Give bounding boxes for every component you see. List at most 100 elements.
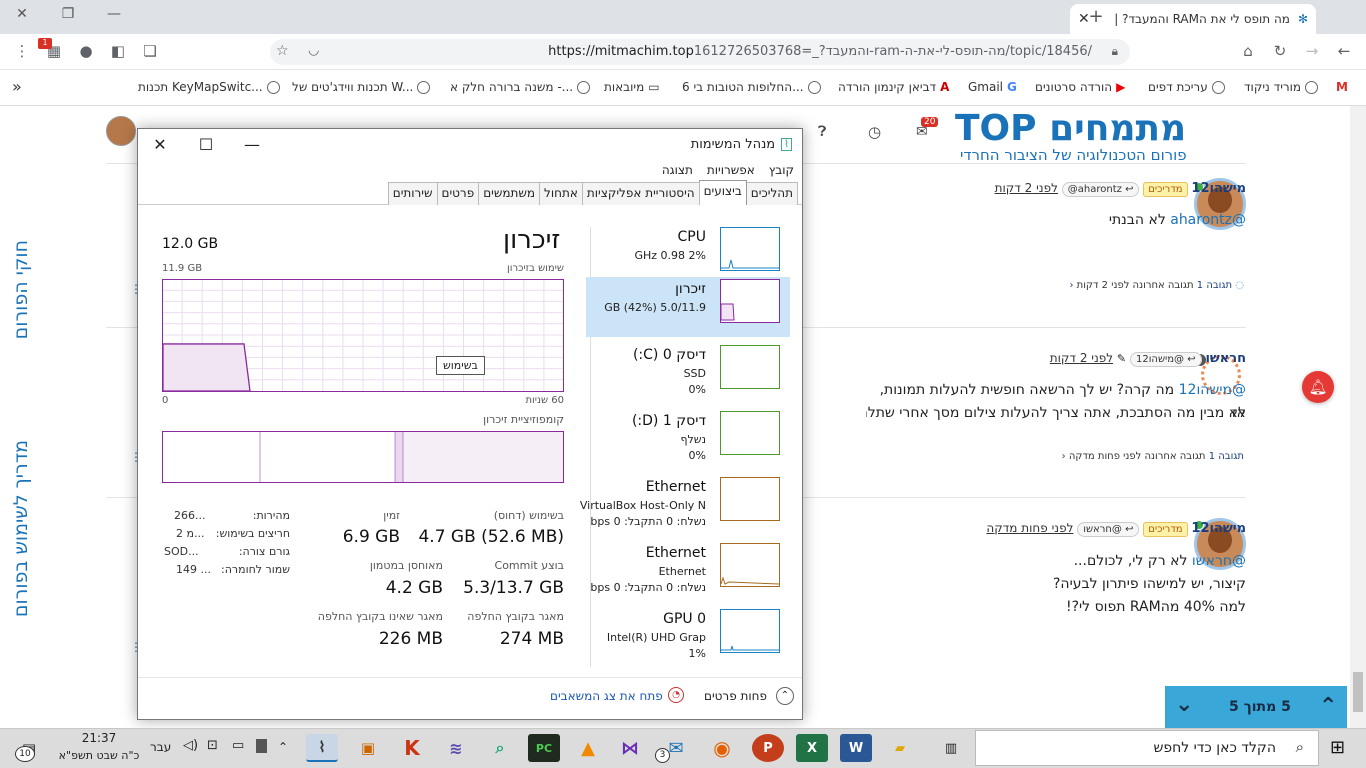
tab-performance[interactable]: ביצועים: [698, 180, 747, 205]
open-resource-monitor-link[interactable]: פתח את צג המשאבים: [550, 689, 663, 703]
site-logo[interactable]: מתמחים TOP: [955, 108, 1186, 149]
file-explorer-icon[interactable]: ▰: [884, 734, 916, 762]
vlc-icon[interactable]: ▲: [572, 734, 604, 762]
tm-minimize-icon[interactable]: —: [230, 133, 274, 157]
bookmark-item[interactable]: הורדה סרטונים ▶: [1035, 80, 1125, 94]
bookmark-item[interactable]: תכנות ווידג'טים של W...: [292, 80, 431, 94]
bookmark-item[interactable]: משנה ברורה חלק א -...: [450, 80, 591, 94]
powerpoint-icon[interactable]: P: [752, 734, 784, 762]
bookmark-item[interactable]: עריכת דפים: [1148, 80, 1225, 94]
reload-icon[interactable]: ↻: [1270, 42, 1290, 60]
volume-icon[interactable]: ◁): [183, 738, 198, 753]
globe-icon: [1305, 80, 1319, 94]
mention-link[interactable]: @חראשו: [1192, 553, 1246, 569]
post-time[interactable]: לפני 2 דקות: [995, 181, 1058, 195]
address-bar[interactable]: ☆ ◡ https://mitmachim.top/topic/18456/מה…: [270, 39, 1130, 65]
clock-time[interactable]: 21:37: [60, 731, 138, 745]
jump-up-icon[interactable]: ⌃: [1319, 694, 1337, 719]
clock-date[interactable]: כ"ה שבט תשפ"א: [54, 749, 144, 762]
new-tab-button[interactable]: +: [1086, 6, 1106, 27]
bookmark-item[interactable]: 6 החלופות הטובות בי...: [682, 80, 821, 94]
browser-tab[interactable]: ✻ מה תופס לי את הRAM והמעבד? | ✕: [1070, 4, 1316, 34]
help-icon[interactable]: ❓︎: [818, 124, 826, 140]
reply-to-chip[interactable]: ↩ @חראשו: [1077, 522, 1140, 537]
window-minimize-icon[interactable]: —: [104, 6, 124, 22]
mention-link[interactable]: @מישהו12: [1179, 382, 1246, 398]
word-icon[interactable]: W: [840, 734, 872, 762]
task-manager-taskbar-icon[interactable]: ⌇: [306, 734, 338, 762]
forward-icon[interactable]: →: [1302, 42, 1322, 60]
pycharm-icon[interactable]: PC: [528, 734, 560, 762]
tab-users[interactable]: משתמשים: [478, 182, 541, 205]
menu-options[interactable]: אפשרויות: [707, 163, 755, 177]
menu-kebab-icon[interactable]: ⋮: [12, 42, 32, 60]
chevron-up-icon[interactable]: ⌃: [776, 687, 794, 705]
app-icon[interactable]: ▣: [352, 734, 384, 762]
bell-icon[interactable]: 🔔︎: [1302, 371, 1334, 403]
tab-search-icon[interactable]: ❏: [140, 42, 160, 60]
more-bookmarks-icon[interactable]: »: [12, 77, 22, 96]
page-scrollbar[interactable]: [1350, 106, 1366, 728]
post-author[interactable]: מישהו12: [1191, 181, 1246, 196]
reply-to-chip[interactable]: ↩ @מישהו12: [1129, 352, 1202, 367]
app-icon[interactable]: ≋: [440, 734, 472, 762]
input-language[interactable]: עבר: [150, 740, 171, 754]
post-time[interactable]: לפני פחות מדקה: [986, 521, 1073, 535]
network-icon[interactable]: ⊡: [207, 738, 218, 753]
bookmark-star-icon[interactable]: ☆: [276, 43, 289, 59]
bookmark-folder[interactable]: מיובאות ▭: [604, 80, 660, 94]
jump-down-icon[interactable]: ⌄: [1175, 692, 1193, 717]
mention-link[interactable]: @aharontz: [1170, 212, 1246, 228]
search-app-icon[interactable]: ⌕: [484, 734, 516, 762]
task-view-icon[interactable]: ▥: [935, 734, 967, 762]
tray-app-icon[interactable]: [256, 739, 267, 753]
resource-tile[interactable]: Ethernet VirtualBox Host-Only N נשלח: 0 הת…: [580, 475, 790, 535]
firefox-icon[interactable]: ◉: [706, 734, 738, 762]
bookmark-item[interactable]: מוריד ניקוד: [1244, 80, 1319, 94]
resource-tile[interactable]: Ethernet Ethernet נשלח: 0 התקבל: 0 bps: [586, 541, 790, 601]
reading-list-icon[interactable]: ◧: [108, 42, 128, 60]
home-icon[interactable]: ⌂: [1238, 42, 1258, 60]
tab-details[interactable]: פרטים: [436, 182, 480, 205]
tm-close-icon[interactable]: ✕: [138, 133, 182, 157]
resource-tile[interactable]: זיכרון 5.0/11.9 GB (42%): [586, 277, 790, 337]
excel-icon[interactable]: X: [796, 734, 828, 762]
tab-startup[interactable]: אתחול: [539, 182, 583, 205]
clock-icon[interactable]: ◷: [868, 123, 881, 141]
site-tagline: פורום הטכנולוגיה של הציבור החרדי: [960, 146, 1187, 164]
pocket-icon[interactable]: ◡: [308, 43, 319, 58]
start-windows-icon[interactable]: ⊞: [1330, 737, 1345, 758]
resource-tile[interactable]: דיסק 1 (D:) נשלף 0%: [586, 409, 790, 469]
tm-maximize-icon[interactable]: ☐: [184, 133, 228, 157]
menu-view[interactable]: תצוגה: [662, 163, 693, 177]
taskbar-search[interactable]: ⌕ הקלד כאן כדי לחפש: [975, 730, 1319, 766]
fewer-details-link[interactable]: פחות פרטים: [704, 689, 767, 703]
profile-icon[interactable]: ●: [76, 42, 96, 60]
forum-rules-link[interactable]: חוקי הפורום: [10, 240, 32, 339]
tab-processes[interactable]: תהליכים: [745, 182, 798, 205]
post-time[interactable]: לפני 2 דקות: [1050, 351, 1113, 365]
post-author[interactable]: חראשו: [1205, 351, 1246, 366]
forum-guide-link[interactable]: מדריך לשימוש בפורום: [10, 440, 32, 617]
battery-icon[interactable]: ▭: [232, 738, 244, 753]
user-avatar[interactable]: [106, 116, 136, 146]
bookmark-item[interactable]: דביאן קינמון הורדה A: [838, 80, 949, 94]
chevron-up-icon[interactable]: ⌃: [278, 740, 288, 754]
bookmark-item[interactable]: תכנות KeyMapSwitc...: [138, 80, 280, 94]
resource-tile[interactable]: GPU 0 Intel(R) UHD Grap 1%: [586, 607, 790, 667]
window-close-icon[interactable]: ✕: [12, 6, 32, 22]
resource-tile[interactable]: CPU 2% 0.98 GHz: [586, 225, 790, 285]
post-author[interactable]: מישהו12: [1191, 521, 1246, 536]
reply-to-chip[interactable]: ↩ aharontz@: [1061, 182, 1140, 197]
tab-services[interactable]: שירותים: [387, 182, 438, 205]
bookmark-item[interactable]: Gmail G: [968, 80, 1017, 94]
gmail-icon[interactable]: M: [1336, 80, 1348, 94]
window-restore-icon[interactable]: ❐: [58, 6, 78, 22]
lock-icon[interactable]: 🔒︎: [1112, 44, 1118, 59]
menu-file[interactable]: קובץ: [769, 163, 794, 177]
back-icon[interactable]: ←: [1334, 42, 1354, 60]
resource-tile[interactable]: דיסק 0 (C:) SSD 0%: [586, 343, 790, 403]
kaspersky-icon[interactable]: K: [396, 734, 428, 762]
visual-studio-icon[interactable]: ⋈: [614, 734, 646, 762]
tab-app-history[interactable]: היסטוריית אפליקציות: [581, 182, 700, 205]
